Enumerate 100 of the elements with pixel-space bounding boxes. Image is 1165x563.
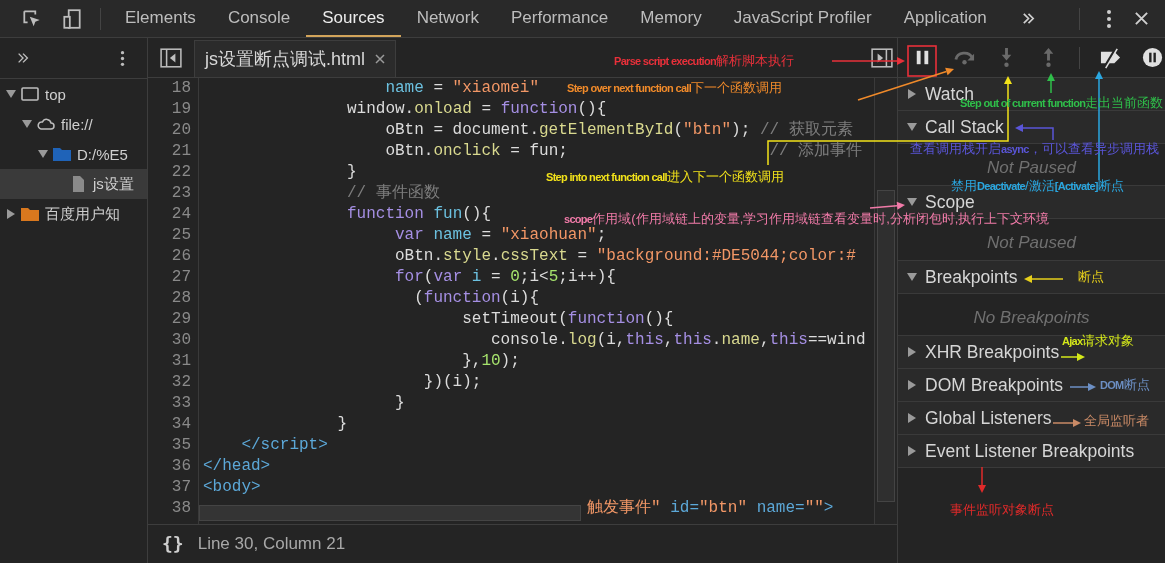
line-number: 38 — [170, 498, 192, 519]
code-line: <body> — [203, 477, 261, 498]
code-line: oBtn.style.cssText = "background:#DE5044;color:# — [395, 246, 856, 267]
line-number: 19 — [170, 99, 192, 120]
close-icon[interactable] — [1134, 11, 1149, 26]
cloud-icon — [36, 116, 56, 132]
line-number: 36 — [170, 456, 192, 477]
disclosure-triangle-icon[interactable] — [907, 197, 917, 207]
tree-item[interactable]: file:// — [0, 109, 147, 139]
disclosure-triangle-icon[interactable] — [22, 119, 32, 129]
code-line: })(i); — [423, 372, 482, 393]
code-line: setTimeout(function(){ — [462, 309, 674, 330]
panel-tab[interactable]: JavaScript Profiler — [717, 0, 888, 37]
disclosure-triangle-icon[interactable] — [907, 446, 917, 456]
code-line: // 事件函数 — [347, 183, 440, 204]
panel-tab[interactable]: Console — [211, 0, 307, 37]
empty-message: Not Paused — [987, 233, 1076, 252]
line-number: 32 — [170, 372, 192, 393]
line-number: 35 — [170, 435, 192, 456]
line-number: 33 — [170, 393, 192, 414]
panel-tab[interactable]: Memory — [624, 0, 718, 37]
panel-tab[interactable]: Network — [400, 0, 495, 37]
panel-tab[interactable]: Sources — [306, 0, 401, 37]
line-number: 22 — [170, 162, 192, 183]
annotation-arrow — [978, 466, 986, 493]
disclosure-triangle-icon[interactable] — [907, 347, 917, 357]
line-number: 25 — [170, 225, 192, 246]
tree-item[interactable]: top — [0, 79, 147, 109]
sidebar-toggle-icon[interactable] — [160, 47, 182, 69]
code-line: for(var i = 0;i<5;i++){ — [395, 267, 616, 288]
code-line: </head> — [203, 456, 271, 477]
more-icon[interactable] — [16, 51, 30, 65]
section-header[interactable]: Event Listener Breakpoints — [898, 435, 1165, 468]
code-line: } — [347, 162, 357, 183]
line-number: 20 — [170, 120, 192, 141]
disclosure-triangle-icon[interactable] — [907, 380, 917, 390]
disclosure-triangle-icon[interactable] — [6, 209, 16, 219]
disclosure-triangle-icon[interactable] — [907, 122, 917, 132]
code-line: function fun(){ — [347, 204, 492, 225]
line-number: 29 — [170, 309, 192, 330]
tree-item[interactable]: js设置 — [0, 169, 147, 199]
panel-tab[interactable]: Performance — [495, 0, 625, 37]
annotation: Ajax请求对象 — [1062, 333, 1135, 349]
deactivate-icon[interactable] — [1099, 46, 1122, 69]
annotation: DOM断点 — [1100, 377, 1150, 393]
line-number: 28 — [170, 288, 192, 309]
annotation-arrow — [1047, 73, 1055, 94]
line-number: 21 — [170, 141, 192, 162]
line-number: 37 — [170, 477, 192, 498]
cursor-position: Line 30, Column 21 — [197, 533, 346, 554]
tree-item[interactable]: D:/%E5 — [0, 139, 147, 169]
code-line: oBtn = document.getElementById("btn"); // 获取元素 — [385, 120, 853, 141]
code-line: 触发事件" id="btn" name=""> — [587, 498, 834, 519]
annotation-arrow — [1060, 353, 1085, 361]
code-line: oBtn.onclick = fun; // 添加事件 — [385, 141, 863, 162]
code-line: },10); — [462, 351, 520, 372]
kebab-menu-icon[interactable] — [1106, 8, 1112, 29]
code-line: </script> — [241, 435, 328, 456]
horizontal-scrollbar[interactable] — [199, 505, 581, 521]
annotation: Step into next function call进入下一个函数调用 — [546, 169, 784, 185]
annotation: 事件监听对象断点 — [950, 502, 1054, 517]
code-line: } — [337, 414, 347, 435]
disclosure-triangle-icon[interactable] — [6, 89, 16, 99]
tree-item[interactable]: 百度用户知 — [0, 199, 147, 229]
line-number: 30 — [170, 330, 192, 351]
line-number: 26 — [170, 246, 192, 267]
line-number: 34 — [170, 414, 192, 435]
annotation: Parse script execution解析脚本执行 — [614, 53, 794, 69]
annotation: 断点 — [1078, 269, 1104, 284]
panel-tab[interactable]: Application — [887, 0, 1003, 37]
disclosure-triangle-icon[interactable] — [38, 149, 48, 159]
code-line: console.log(i,this,this.name,this==wind — [491, 330, 866, 351]
disclosure-triangle-icon[interactable] — [907, 413, 917, 423]
code-line: } — [395, 393, 405, 414]
annotation-arrow — [1015, 124, 1054, 141]
pause-exceptions-icon[interactable] — [1141, 46, 1164, 69]
code-line: (function(i){ — [414, 288, 539, 309]
annotation-arrow — [1024, 275, 1064, 283]
device-icon[interactable] — [61, 7, 83, 30]
code-line: var name = "xiaohuan"; — [395, 225, 607, 246]
file-tab[interactable]: js设置断点调试.html — [194, 40, 396, 77]
annotation: 全局监听者 — [1084, 413, 1149, 428]
format-button[interactable]: {} — [158, 531, 188, 556]
line-number: 18 — [170, 78, 192, 99]
annotation-arrow — [1069, 383, 1096, 391]
sidebar-toggle-icon[interactable] — [871, 47, 893, 69]
annotation-arrow — [1052, 419, 1081, 427]
annotation: Step over next function call下一个函数调用 — [567, 80, 783, 96]
code-line: window.onload = function(){ — [347, 99, 607, 120]
line-number: 27 — [170, 267, 192, 288]
empty-message: Not Paused — [987, 158, 1076, 177]
more-tabs-icon[interactable] — [1020, 11, 1036, 26]
disclosure-triangle-icon[interactable] — [907, 89, 917, 99]
panel-tab[interactable]: Elements — [109, 0, 212, 37]
disclosure-triangle-icon[interactable] — [907, 272, 917, 282]
line-number: 24 — [170, 204, 192, 225]
kebab-menu-icon[interactable] — [120, 49, 125, 67]
line-number: 31 — [170, 351, 192, 372]
highlight-box — [907, 45, 937, 77]
close-icon[interactable] — [375, 54, 385, 64]
